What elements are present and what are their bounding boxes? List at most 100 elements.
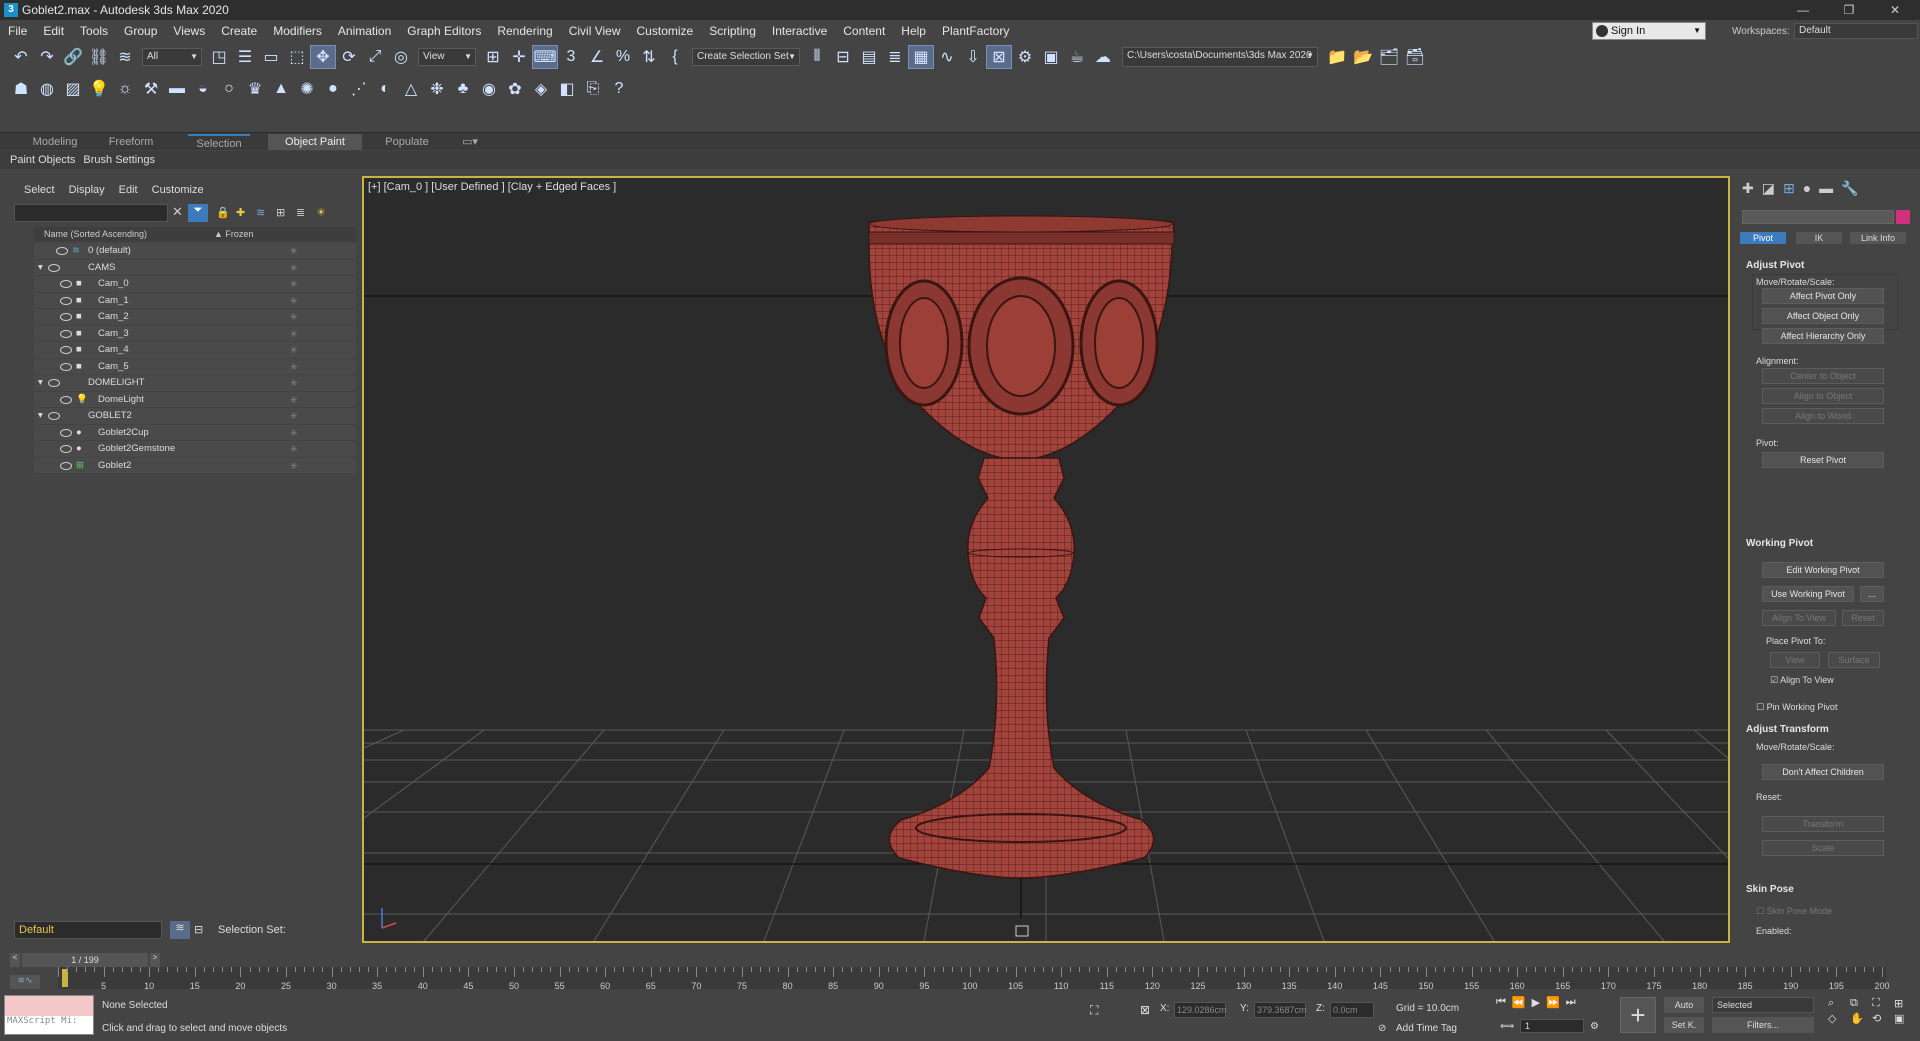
light-bulb-icon[interactable]: 💡	[86, 77, 112, 101]
rotate-icon[interactable]: ⟳	[336, 45, 362, 69]
current-frame-field[interactable]: 1	[1520, 1019, 1584, 1033]
freeze-icon[interactable]: ✳	[290, 260, 298, 276]
filter-icon[interactable]: ⏷	[188, 204, 208, 222]
menu-civil-view[interactable]: Civil View	[561, 24, 629, 38]
eye-icon[interactable]	[48, 263, 60, 272]
tab-modeling[interactable]: Modeling	[24, 134, 86, 150]
z-coordinate-field[interactable]: 0.0cm	[1330, 1002, 1374, 1018]
freeze-icon[interactable]: ✳	[290, 293, 298, 309]
menu-edit[interactable]: Edit	[35, 24, 72, 38]
maximize-icon[interactable]: ❐	[1826, 0, 1872, 20]
next-key-icon[interactable]: ⏩	[1546, 996, 1560, 1009]
menu-create[interactable]: Create	[213, 24, 265, 38]
selection-filter-select[interactable]: All ▼	[142, 48, 202, 66]
align-to-view-button[interactable]: Align To View	[1762, 610, 1836, 626]
sign-in-dropdown[interactable]: Sign In ▼	[1592, 22, 1706, 40]
x-coordinate-field[interactable]: 129.0286cm	[1174, 1002, 1227, 1018]
reset-pivot-button[interactable]: Reset Pivot	[1762, 452, 1884, 468]
tab-populate[interactable]: Populate	[376, 134, 438, 150]
add-time-tag-label[interactable]: Add Time Tag	[1396, 1023, 1457, 1034]
play-icon[interactable]: ▶	[1532, 996, 1540, 1009]
bind-space-warp-icon[interactable]: ≋	[112, 45, 138, 69]
scale-icon[interactable]: ⤢	[362, 45, 388, 69]
tree-row[interactable]: ■ Cam_5 ✳	[34, 358, 356, 375]
material-editor-icon[interactable]: ⊠	[986, 45, 1012, 69]
project-folder-icon[interactable]: 📁	[1324, 45, 1350, 69]
freeze-icon[interactable]: ✳	[290, 392, 298, 408]
align-to-world-button[interactable]: Align to World	[1762, 408, 1884, 424]
affect-pivot-only-button[interactable]: Affect Pivot Only	[1762, 288, 1884, 304]
select-object-icon[interactable]: ◳	[206, 45, 232, 69]
layer-explorer-icon[interactable]: ≋	[170, 921, 190, 939]
reset-scale-button[interactable]: Scale	[1762, 840, 1884, 856]
zoom-icon[interactable]: ⌕	[1828, 997, 1848, 1010]
eye-icon[interactable]	[60, 280, 72, 288]
ref-coord-select[interactable]: View ▼	[418, 48, 476, 66]
tree-row[interactable]: ■ Cam_1 ✳	[34, 292, 356, 309]
light-toggle-icon[interactable]: ☀	[316, 206, 326, 219]
stack-icon[interactable]: ≣	[296, 206, 305, 219]
object-color-swatch[interactable]	[1896, 210, 1910, 224]
select-by-name-icon[interactable]: ☰	[232, 45, 258, 69]
frozen-column-header[interactable]: ▲ Frozen	[214, 227, 253, 241]
eye-icon[interactable]	[48, 379, 60, 387]
new-project-icon[interactable]: 🗃	[1402, 45, 1428, 69]
ribbon-options-icon[interactable]: ▭▾	[456, 134, 484, 150]
skin-pose-mode-checkbox[interactable]: ☐ Skin Pose Mode	[1756, 906, 1832, 917]
eye-icon[interactable]	[60, 362, 72, 371]
copy-icon[interactable]: ⎘	[580, 77, 606, 101]
subtab-paint-objects[interactable]: Paint Objects	[10, 154, 75, 166]
minimize-icon[interactable]: —	[1780, 0, 1826, 20]
pin-working-pivot-checkbox[interactable]: ☐ Pin Working Pivot	[1756, 702, 1837, 713]
lock-icon[interactable]: 🔒	[216, 206, 230, 219]
time-slider[interactable]: 1 / 199	[22, 953, 148, 967]
time-config-icon[interactable]: ⚙	[1590, 1021, 1599, 1032]
eye-icon[interactable]	[60, 296, 72, 305]
mesh-light-icon[interactable]: ♛	[242, 77, 268, 101]
help-icon[interactable]: ?	[606, 77, 632, 101]
scene-explorer-icon[interactable]: ⊟	[194, 923, 203, 936]
menu-file[interactable]: File	[0, 24, 35, 38]
light-lister-icon[interactable]: ☼	[112, 77, 138, 101]
collapse-icon[interactable]: ▾	[38, 260, 43, 276]
prev-frame-icon[interactable]: <	[10, 953, 20, 967]
maximize-viewport-icon[interactable]: ▣	[1894, 1012, 1914, 1025]
timeline-ruler[interactable]: 5 10 15 20 25 30 35 40 45 50 55 60 65 70 75 80 85 90 95 100…	[58, 967, 1890, 991]
toggle-layer-explorer-icon[interactable]: ≣	[882, 45, 908, 69]
collapse-icon[interactable]: ▾	[38, 408, 43, 424]
go-to-end-icon[interactable]: ⏭	[1566, 996, 1576, 1009]
freeze-icon[interactable]: ✳	[290, 375, 298, 391]
working-pivot-title[interactable]: Working Pivot	[1746, 538, 1813, 549]
layer-select[interactable]: Default	[14, 921, 162, 939]
menu-group[interactable]: Group	[116, 24, 165, 38]
bake-icon[interactable]: ⚒	[138, 77, 164, 101]
eye-icon[interactable]	[60, 428, 72, 437]
tree-row[interactable]: ● Goblet2Cup ✳	[34, 424, 356, 441]
eye-icon[interactable]	[60, 445, 72, 453]
freeze-icon[interactable]: ✳	[290, 342, 298, 358]
mirror-icon[interactable]: ⫴	[804, 45, 830, 69]
hair-icon[interactable]: ⋰	[346, 77, 372, 101]
toggle-scene-explorer-icon[interactable]: ▤	[856, 45, 882, 69]
close-icon[interactable]: ✕	[1872, 0, 1918, 20]
unlink-icon[interactable]: ⛓	[86, 45, 112, 69]
reset-transform-button[interactable]: Transform	[1762, 816, 1884, 832]
texture-icon[interactable]: ◈	[528, 77, 554, 101]
zoom-extents-icon[interactable]: ⛶	[1872, 997, 1892, 1010]
tree-row[interactable]: ■ Cam_3 ✳	[34, 325, 356, 342]
dome-light-icon[interactable]: ◒	[190, 77, 216, 101]
freeze-icon[interactable]: ✳	[290, 458, 298, 474]
atmosphere-icon[interactable]: ◐	[372, 77, 398, 101]
hierarchy-tab-icon[interactable]: ⊞	[1783, 180, 1795, 197]
angle-snap-icon[interactable]: ∠	[584, 45, 610, 69]
render-elements-icon[interactable]: ◧	[554, 77, 580, 101]
pan-icon[interactable]: ✋	[1850, 1012, 1870, 1025]
reset-working-pivot-button[interactable]: Reset	[1842, 610, 1884, 626]
rect-selection-icon[interactable]: ▭	[258, 45, 284, 69]
spinner-snap-icon[interactable]: ⇅	[636, 45, 662, 69]
place-surface-button[interactable]: Surface	[1828, 652, 1880, 668]
curve-editor-icon[interactable]: ∿	[934, 45, 960, 69]
redo-icon[interactable]: ↷	[34, 45, 60, 69]
tab-freeform[interactable]: Freeform	[100, 134, 162, 150]
object-name-field[interactable]	[1742, 210, 1894, 224]
